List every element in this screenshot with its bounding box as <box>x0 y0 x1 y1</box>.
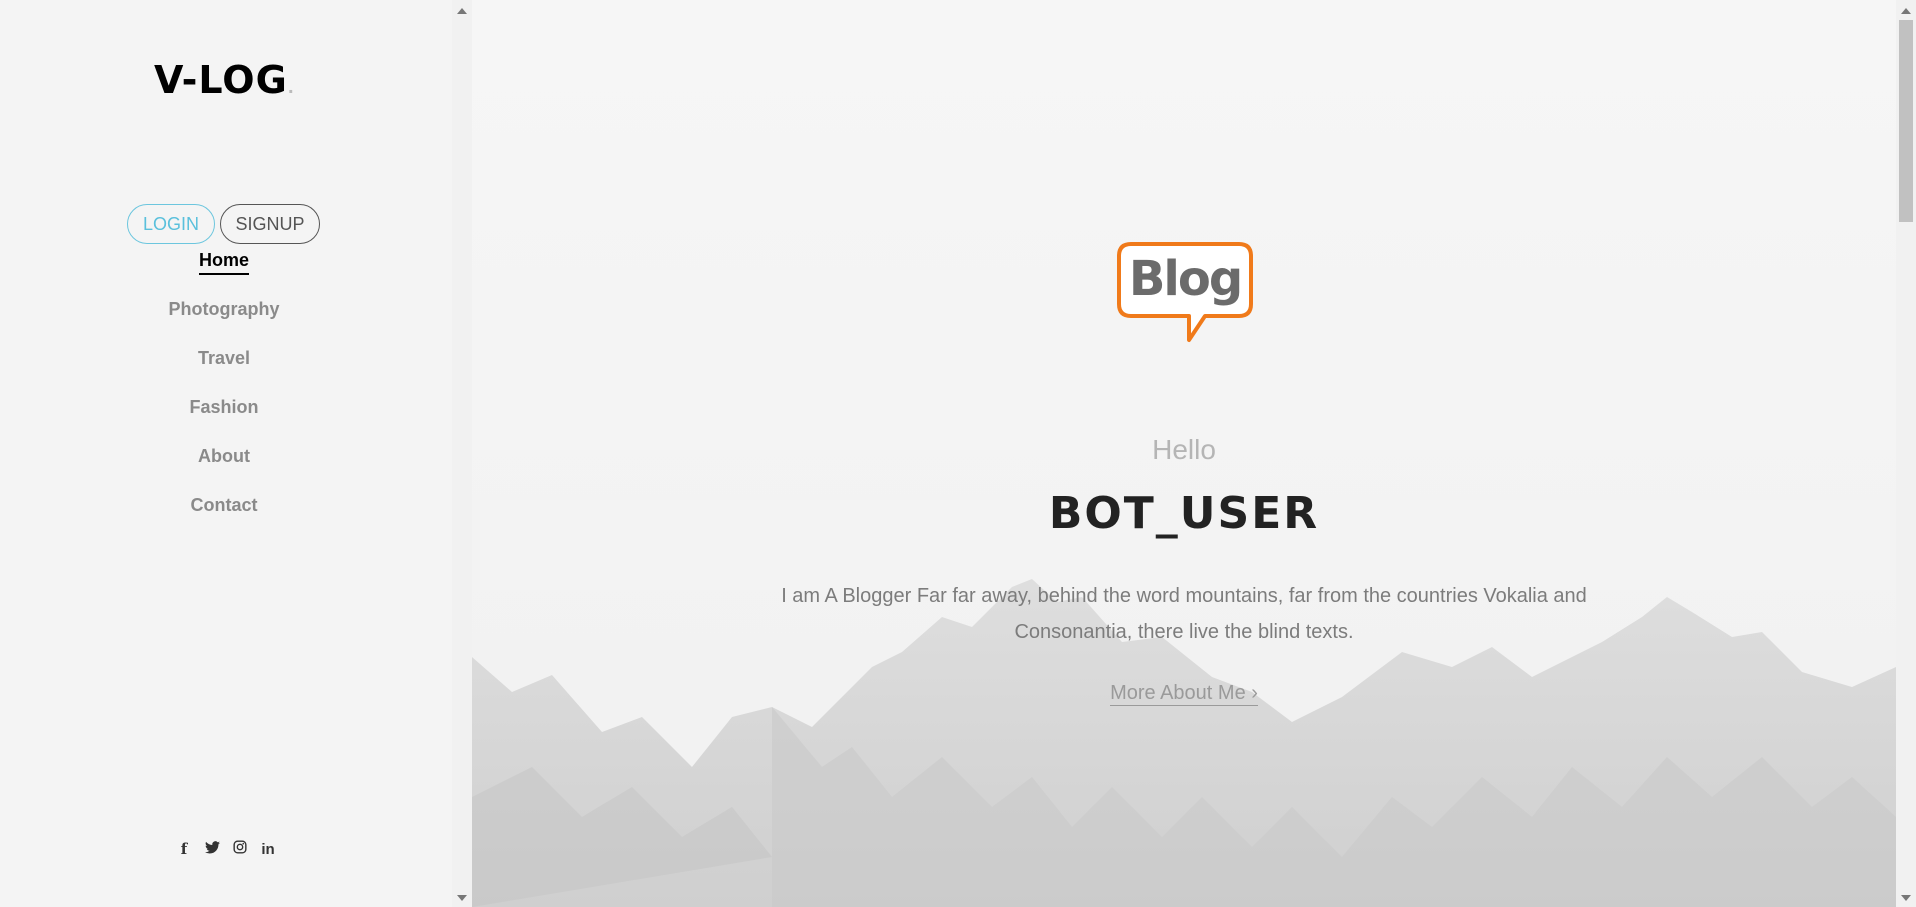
logo-dot: . <box>287 78 295 97</box>
nav-item-travel: Travel <box>0 348 448 397</box>
instagram-icon[interactable] <box>232 840 248 858</box>
linkedin-icon[interactable]: in <box>260 841 276 858</box>
twitter-icon[interactable] <box>204 840 220 858</box>
auth-buttons: LOGIN SIGNUP <box>127 204 320 244</box>
nav-link-travel[interactable]: Travel <box>198 348 250 371</box>
main-nav: Home Photography Travel Fashion About Co… <box>0 250 448 544</box>
sidebar: V-LOG. LOGIN SIGNUP Home Photography Tra… <box>0 0 452 907</box>
blog-logo-text: Blog <box>1129 251 1241 307</box>
page-scroll-down-arrow-icon[interactable] <box>1901 895 1911 901</box>
more-about-me-link[interactable]: More About Me › <box>1110 682 1258 706</box>
scroll-down-arrow-icon[interactable] <box>457 895 467 901</box>
scroll-up-arrow-icon[interactable] <box>457 8 467 14</box>
nav-item-home: Home <box>0 250 448 299</box>
page-scroll-up-arrow-icon[interactable] <box>1901 8 1911 14</box>
page-scroll-thumb[interactable] <box>1899 20 1913 222</box>
more-about-me-label: More About Me <box>1110 682 1246 704</box>
page-scrollbar[interactable] <box>1896 0 1916 907</box>
facebook-icon[interactable]: f <box>176 840 192 858</box>
nav-item-contact: Contact <box>0 495 448 544</box>
bio-text: I am A Blogger Far far away, behind the … <box>781 585 1587 643</box>
nav-link-about[interactable]: About <box>198 446 250 469</box>
hero-section: Blog Hello BOT_USER I am A Blogger Far f… <box>472 0 1896 907</box>
nav-item-fashion: Fashion <box>0 397 448 446</box>
nav-link-fashion[interactable]: Fashion <box>189 397 258 420</box>
social-links: f in <box>176 840 276 858</box>
nav-link-photography[interactable]: Photography <box>169 299 280 322</box>
signup-button[interactable]: SIGNUP <box>220 204 320 244</box>
blog-logo: Blog <box>1117 242 1253 349</box>
nav-item-about: About <box>0 446 448 495</box>
login-button[interactable]: LOGIN <box>127 204 215 244</box>
greeting: Hello <box>1152 434 1216 465</box>
username-heading: BOT_USER <box>1048 488 1320 539</box>
nav-item-photography: Photography <box>0 299 448 348</box>
nav-link-home[interactable]: Home <box>198 250 249 275</box>
logo-text: V-LOG <box>154 58 288 102</box>
more-about-me: More About Me › <box>472 682 1896 706</box>
sidebar-scrollbar[interactable] <box>452 0 472 907</box>
site-logo[interactable]: V-LOG. <box>154 58 295 102</box>
nav-link-contact[interactable]: Contact <box>191 495 258 518</box>
chevron-right-icon: › <box>1251 682 1258 704</box>
